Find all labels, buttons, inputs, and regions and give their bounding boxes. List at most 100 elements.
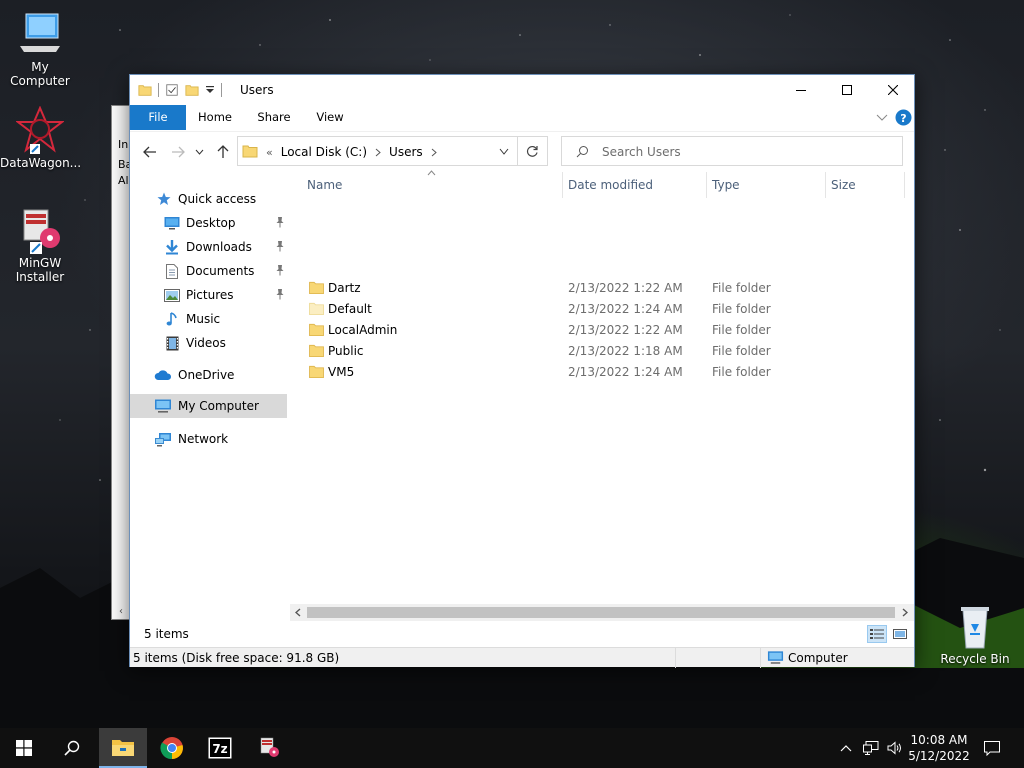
horizontal-scrollbar[interactable] — [290, 604, 914, 621]
scrollbar-thumb[interactable] — [307, 607, 895, 618]
nav-onedrive[interactable]: OneDrive — [130, 363, 287, 387]
refresh-button[interactable] — [518, 136, 548, 166]
nav-my-computer[interactable]: My Computer — [130, 394, 287, 418]
column-header-name[interactable]: Name — [307, 178, 342, 192]
table-row[interactable]: Dartz 2/13/2022 1:22 AM File folder — [301, 278, 901, 299]
navigation-bar: « Local Disk (C:) Users Search Users — [130, 131, 914, 169]
column-divider[interactable] — [904, 172, 905, 198]
column-header-type[interactable]: Type — [712, 178, 740, 192]
pin-icon[interactable] — [275, 288, 285, 300]
desktop-icon-datawagon[interactable]: DataWagon... — [0, 105, 81, 170]
scroll-left-arrow[interactable]: ‹ — [112, 606, 130, 620]
address-bar[interactable]: « Local Disk (C:) Users — [237, 136, 518, 166]
file-explorer-window[interactable]: Users File Home Share View ? « Local Dis… — [129, 74, 915, 668]
nav-desktop[interactable]: Desktop — [130, 211, 287, 235]
tab-share[interactable]: Share — [252, 105, 296, 130]
folder-icon — [309, 281, 324, 294]
computer-icon — [767, 651, 784, 664]
forward-button[interactable] — [168, 142, 188, 162]
nav-pictures[interactable]: Pictures — [130, 283, 287, 307]
wired-network-icon — [863, 741, 879, 755]
taskbar-7zip[interactable]: 7z — [196, 728, 244, 768]
column-divider[interactable] — [825, 172, 826, 198]
column-header-date-modified[interactable]: Date modified — [568, 178, 653, 192]
breadcrumb-users[interactable]: Users — [389, 145, 423, 159]
column-divider[interactable] — [562, 172, 563, 198]
close-button[interactable] — [870, 75, 916, 105]
network-icon — [155, 432, 171, 446]
search-input[interactable]: Search Users — [602, 145, 681, 159]
close-icon — [888, 85, 898, 95]
title-bar[interactable]: Users — [130, 75, 914, 105]
search-box[interactable]: Search Users — [561, 136, 903, 166]
breadcrumb-overflow[interactable]: « — [266, 146, 273, 159]
nav-videos[interactable]: Videos — [130, 331, 287, 355]
folder-icon — [309, 344, 324, 357]
table-row[interactable]: Public 2/13/2022 1:18 AM File folder — [301, 341, 901, 362]
chevron-up-icon — [840, 745, 852, 752]
breadcrumb: « Local Disk (C:) Users — [266, 145, 437, 159]
table-row[interactable]: Default 2/13/2022 1:24 AM File folder — [301, 299, 901, 320]
action-center-button[interactable] — [980, 728, 1004, 768]
sort-ascending-icon — [427, 170, 436, 176]
recent-locations-button[interactable] — [192, 142, 206, 162]
taskbar-file-explorer[interactable] — [99, 728, 147, 768]
breadcrumb-local-disk[interactable]: Local Disk (C:) — [281, 145, 367, 159]
nav-quick-access[interactable]: Quick access — [130, 187, 287, 211]
desktop-icon-my-computer[interactable]: My Computer — [0, 10, 80, 88]
large-icons-view-button[interactable] — [890, 625, 910, 643]
nav-downloads[interactable]: Downloads — [130, 235, 287, 259]
network-status-button[interactable] — [860, 728, 882, 768]
start-button[interactable] — [0, 728, 48, 768]
nav-music[interactable]: Music — [130, 307, 287, 331]
column-divider[interactable] — [706, 172, 707, 198]
show-hidden-icons-button[interactable] — [836, 728, 856, 768]
file-type: File folder — [712, 281, 771, 295]
nav-documents[interactable]: Documents — [130, 259, 287, 283]
ribbon-tabs: File Home Share View ? — [130, 105, 914, 130]
help-icon[interactable]: ? — [895, 109, 912, 126]
arrow-left-icon — [143, 146, 156, 158]
properties-icon[interactable] — [165, 83, 179, 97]
tab-view[interactable]: View — [310, 105, 350, 130]
desktop-icon-recycle-bin[interactable]: Recycle Bin — [935, 602, 1015, 666]
chevron-right-icon[interactable] — [431, 148, 437, 157]
search-button[interactable] — [48, 728, 96, 768]
large-icons-view-icon — [893, 629, 907, 639]
chevron-down-icon[interactable] — [499, 148, 509, 155]
column-header-size[interactable]: Size — [831, 178, 856, 192]
back-button[interactable] — [140, 142, 160, 162]
table-row[interactable]: VM5 2/13/2022 1:24 AM File folder — [301, 362, 901, 383]
minimize-button[interactable] — [778, 75, 824, 105]
tab-file[interactable]: File — [130, 105, 186, 130]
file-name: Default — [328, 302, 372, 316]
tab-home[interactable]: Home — [194, 105, 236, 130]
nav-network[interactable]: Network — [130, 427, 287, 451]
up-button[interactable] — [213, 142, 233, 162]
taskbar-installer[interactable] — [245, 728, 293, 768]
taskbar-chrome[interactable] — [148, 728, 196, 768]
star-icon — [157, 192, 171, 205]
scroll-left-icon[interactable] — [295, 608, 301, 617]
pin-icon[interactable] — [275, 240, 285, 252]
nav-label: Music — [186, 312, 221, 326]
maximize-button[interactable] — [824, 75, 870, 105]
pin-icon[interactable] — [275, 216, 285, 228]
expand-ribbon-icon[interactable] — [876, 113, 888, 123]
installer-icon — [260, 737, 279, 757]
computer-icon — [16, 10, 64, 58]
pictures-icon — [164, 288, 180, 302]
customize-toolbar-icon[interactable] — [205, 83, 215, 97]
svg-text:?: ? — [900, 112, 906, 125]
new-folder-icon[interactable] — [185, 83, 199, 97]
datawagon-icon — [15, 105, 65, 154]
recycle-bin-icon — [951, 602, 999, 650]
scroll-right-icon[interactable] — [902, 608, 908, 617]
pin-icon[interactable] — [275, 264, 285, 276]
system-clock[interactable]: 10:08 AM 5/12/2022 — [900, 732, 978, 764]
chevron-right-icon[interactable] — [375, 148, 381, 157]
nav-label: OneDrive — [178, 368, 235, 382]
desktop-icon-mingw-installer[interactable]: MinGW Installer — [0, 206, 80, 284]
table-row[interactable]: LocalAdmin 2/13/2022 1:22 AM File folder — [301, 320, 901, 341]
details-view-button[interactable] — [867, 625, 887, 643]
